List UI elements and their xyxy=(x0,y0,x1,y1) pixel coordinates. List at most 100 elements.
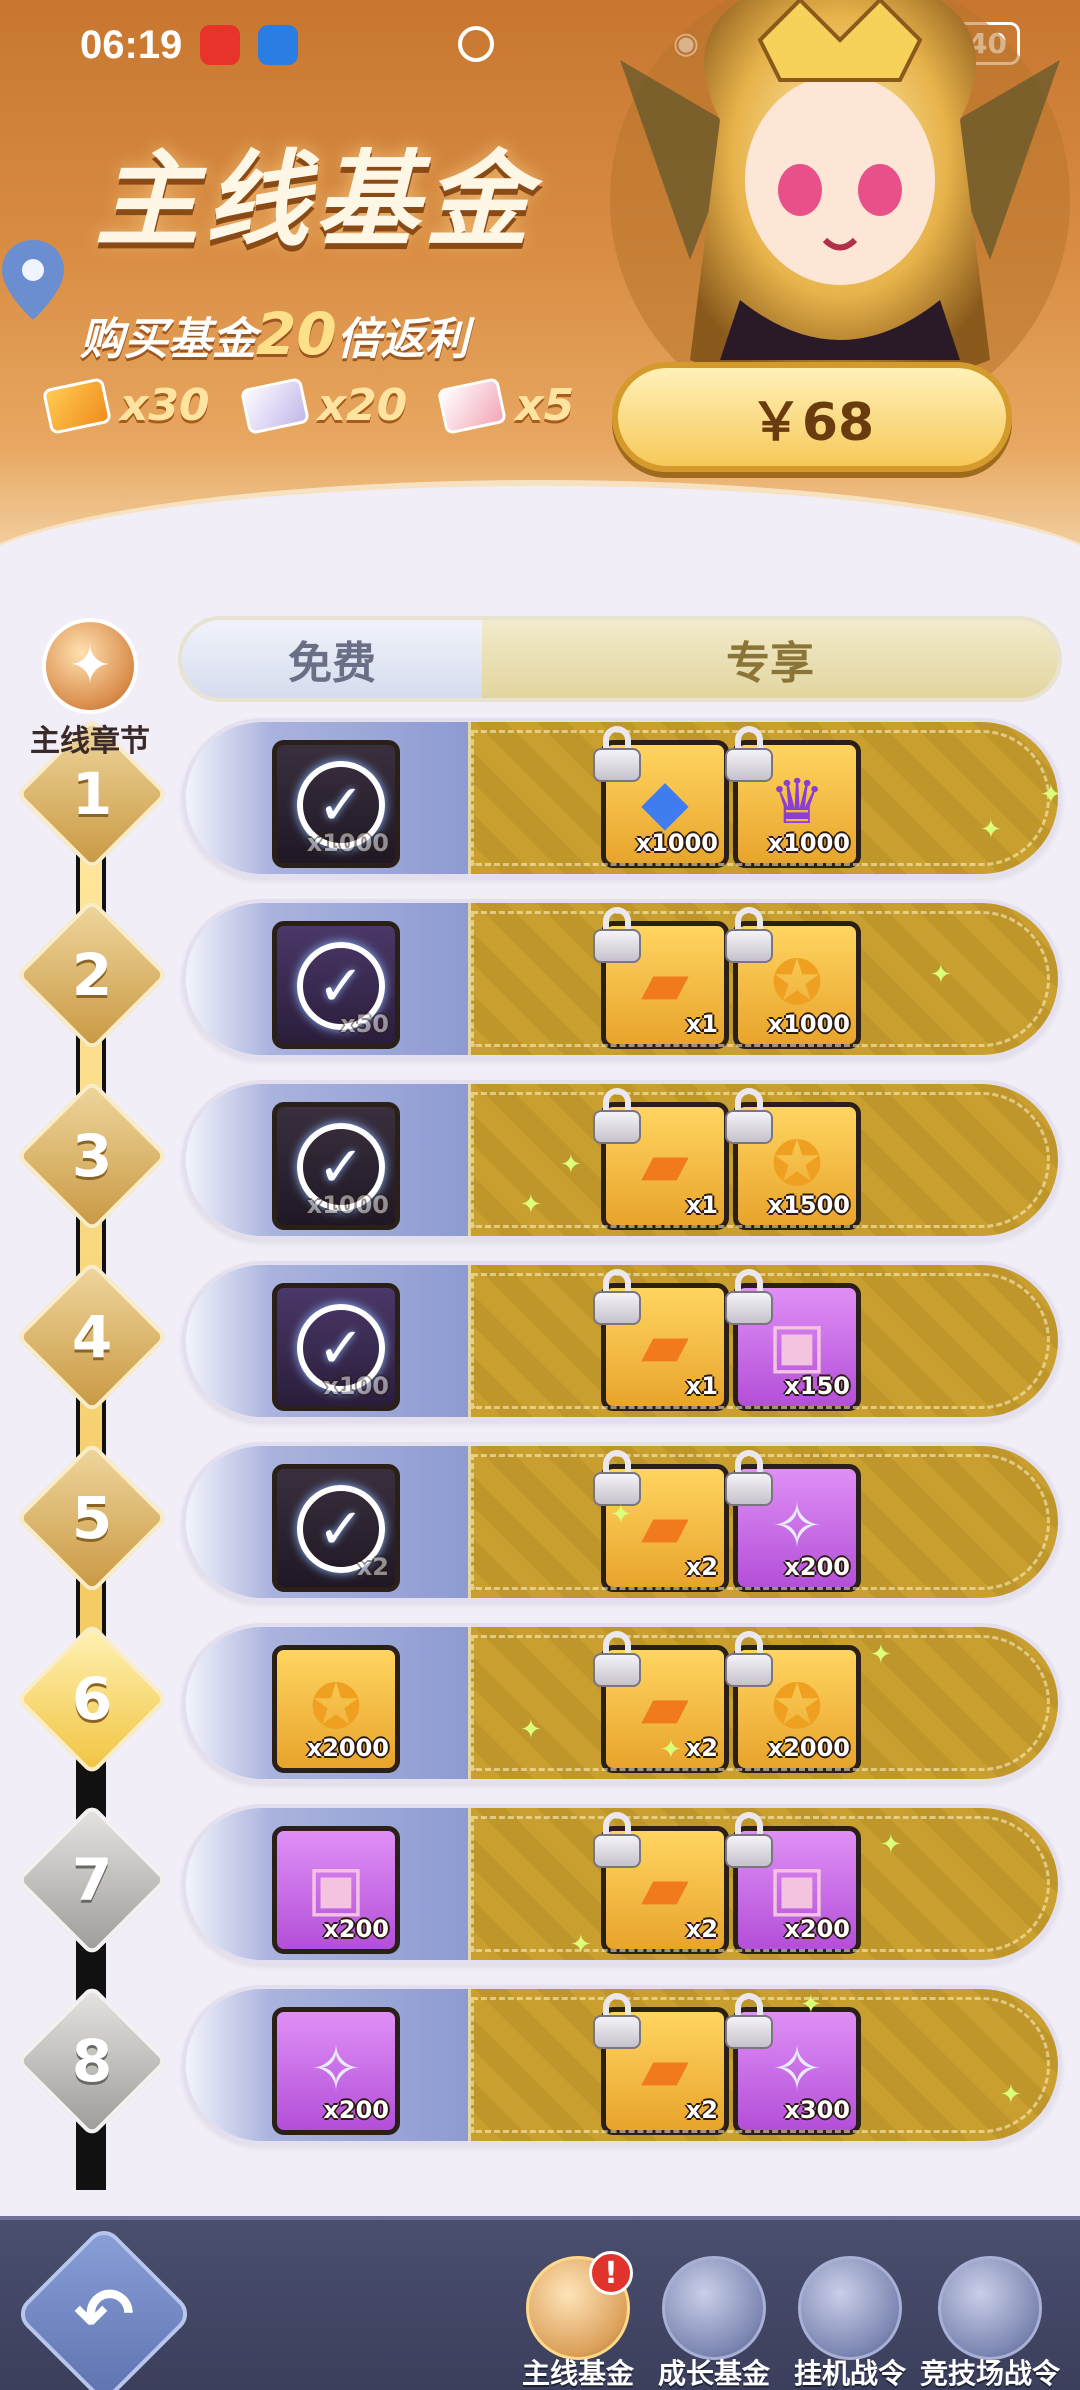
lock-icon xyxy=(725,1450,773,1506)
level-number: 2 xyxy=(71,941,113,1009)
free-reward-slot: ✪ x2000 xyxy=(186,1627,468,1779)
sword-emblem-icon xyxy=(42,618,138,714)
free-column-label: 免费 xyxy=(182,620,482,698)
reward-pill: ✪ x2000 ▰ x2 ✪ x2000 xyxy=(182,1623,1062,1783)
location-pin-icon xyxy=(2,240,64,320)
lock-icon xyxy=(725,1088,773,1144)
nav-label: 竞技场战令 xyxy=(919,2357,1060,2390)
chapter-badge: 主线章节 xyxy=(30,618,150,760)
chapter-label: 主线章节 xyxy=(30,724,150,759)
sparkle-icon: ✦ xyxy=(800,1990,822,2020)
reward-count: x1000 xyxy=(306,829,389,857)
subtitle-multiplier: 20 xyxy=(256,300,337,368)
reward-count: x2000 xyxy=(306,1734,389,1762)
alert-badge: ! xyxy=(589,2251,633,2295)
free-reward-item[interactable]: ▣ x200 xyxy=(272,1826,400,1954)
lock-icon xyxy=(725,726,773,782)
lock-icon xyxy=(593,1993,641,2049)
level-number: 8 xyxy=(71,2027,113,2095)
reward-pill: ▣ x200 ▰ x2 ▣ x200 xyxy=(182,1804,1062,1964)
lock-icon xyxy=(725,1269,773,1325)
vip-reward-slot: ▰ x2 ✧ x300 xyxy=(468,1989,1058,2141)
reward-count: x1000 xyxy=(306,1191,389,1219)
reward-pill: ✧ x200 ▰ x2 ✧ x300 xyxy=(182,1985,1062,2145)
ticket-count: x5 xyxy=(515,380,575,431)
reward-count: x2 xyxy=(685,2096,718,2124)
reward-count: x1500 xyxy=(767,1191,850,1219)
free-reward-slot: ✓ x100 xyxy=(186,1265,468,1417)
free-reward-item[interactable]: ✓ x100 xyxy=(272,1283,400,1411)
nav-arena-pass[interactable]: 竞技场战令 xyxy=(920,2256,1060,2390)
reward-count: x200 xyxy=(784,1553,850,1581)
fund-ticket-rewards: x30 x20 x5 xyxy=(41,376,596,435)
free-reward-item[interactable]: ✪ x2000 xyxy=(272,1645,400,1773)
reward-count: x2000 xyxy=(767,1734,850,1762)
free-reward-item[interactable]: ✓ x1000 xyxy=(272,1102,400,1230)
subtitle-prefix: 购买基金 xyxy=(80,314,256,365)
lock-icon xyxy=(725,907,773,963)
free-reward-slot: ▣ x200 xyxy=(186,1808,468,1960)
lock-icon xyxy=(593,1631,641,1687)
nav-main-fund[interactable]: ! 主线基金 xyxy=(512,2251,644,2390)
free-reward-slot: ✧ x200 xyxy=(186,1989,468,2141)
subtitle-suffix: 倍返利 xyxy=(336,314,469,365)
sparkle-icon: ✦ xyxy=(880,1830,902,1860)
lock-icon xyxy=(593,1812,641,1868)
level-number: 7 xyxy=(71,1846,113,1914)
sparkle-icon: ✦ xyxy=(610,1500,632,1530)
notification-app-icon xyxy=(258,25,299,65)
reward-count: x50 xyxy=(340,1010,389,1038)
reward-column-header: 免费 专享 xyxy=(178,616,1062,702)
nav-growth-fund[interactable]: 成长基金 xyxy=(648,2256,780,2390)
status-bar: 06:19 xyxy=(0,0,1080,90)
reward-row: 4 ✓ x100 ▰ x1 ▣ x150 xyxy=(0,1260,1080,1425)
fund-subtitle: 购买基金20倍返利 xyxy=(80,300,469,368)
reward-count: x150 xyxy=(784,1372,850,1400)
notification-app-icon xyxy=(200,25,241,65)
free-reward-item[interactable]: ✧ x200 xyxy=(272,2007,400,2135)
lock-icon xyxy=(593,907,641,963)
sparkle-icon: ✦ xyxy=(980,815,1002,845)
back-arrow-icon: ↶ xyxy=(73,2272,135,2356)
sparkle-icon: ✦ xyxy=(560,1150,582,1180)
free-reward-item[interactable]: ✓ x1000 xyxy=(272,740,400,868)
sparkle-icon: ✦ xyxy=(1040,780,1062,810)
reward-count: x200 xyxy=(784,1915,850,1943)
sparkle-icon: ✦ xyxy=(870,1640,892,1670)
reward-count: x200 xyxy=(323,1915,389,1943)
sparkle-icon: ✦ xyxy=(520,1190,542,1220)
free-reward-slot: ✓ x1000 xyxy=(186,1084,468,1236)
free-reward-slot: ✓ x1000 xyxy=(186,722,468,874)
vip-reward-slot: ▰ x2 ▣ x200 xyxy=(468,1808,1058,1960)
reward-row: 6 ✪ x2000 ▰ x2 ✪ x2000 xyxy=(0,1622,1080,1787)
main-fund-icon: ! xyxy=(526,2251,633,2360)
lock-icon xyxy=(593,1269,641,1325)
gold-coin-icon: ✪ xyxy=(310,1670,362,1743)
nav-label: 挂机战令 xyxy=(793,2357,906,2390)
reward-count: x300 xyxy=(784,2096,850,2124)
reward-count: x2 xyxy=(685,1915,718,1943)
free-reward-item[interactable]: ✓ x2 xyxy=(272,1464,400,1592)
level-number: 3 xyxy=(71,1122,113,1190)
buy-fund-button[interactable]: ￥68 xyxy=(612,362,1012,472)
free-reward-slot: ✓ x2 xyxy=(186,1446,468,1598)
reward-count: x1000 xyxy=(767,829,850,857)
reward-count: x1000 xyxy=(635,829,718,857)
reward-count: x1 xyxy=(685,1010,718,1038)
idle-pass-icon xyxy=(798,2256,902,2360)
reward-count: x1000 xyxy=(767,1010,850,1038)
lock-icon xyxy=(725,1993,773,2049)
gold-ticket-icon xyxy=(41,376,113,435)
reward-pill: ✓ x100 ▰ x1 ▣ x150 xyxy=(182,1261,1062,1421)
reward-pill: ✓ x1000 ▰ x1 ✪ x1500 xyxy=(182,1080,1062,1240)
free-reward-item[interactable]: ✓ x50 xyxy=(272,921,400,1049)
reward-count: x2 xyxy=(685,1553,718,1581)
reward-row: 7 ▣ x200 ▰ x2 ▣ x200 xyxy=(0,1803,1080,1968)
lock-icon xyxy=(725,1812,773,1868)
sparkle-icon: ✦ xyxy=(1000,2080,1022,2110)
pink-book-icon: ▣ xyxy=(306,1851,366,1924)
reward-row: 8 ✧ x200 ▰ x2 ✧ x300 xyxy=(0,1984,1080,2149)
nav-idle-pass[interactable]: 挂机战令 xyxy=(784,2256,916,2390)
vip-reward-slot: ▰ x2 ✪ x2000 xyxy=(468,1627,1058,1779)
level-number: 6 xyxy=(71,1665,113,1733)
